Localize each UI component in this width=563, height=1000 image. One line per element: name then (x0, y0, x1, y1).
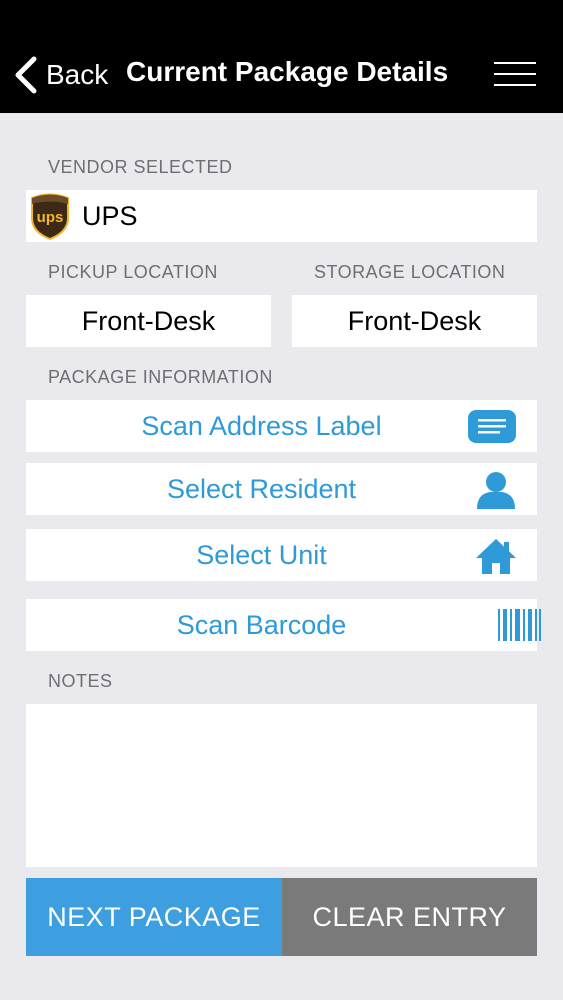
hamburger-menu-icon[interactable] (494, 60, 536, 88)
ups-logo: ups (31, 193, 69, 240)
person-icon (477, 472, 515, 509)
notes-section-label: NOTES (48, 671, 113, 691)
pickup-location-field[interactable]: Front-Desk (26, 295, 271, 347)
notes-field[interactable] (26, 704, 537, 867)
scan-address-label-label: Scan Address Label (141, 411, 382, 441)
chevron-left-icon (15, 56, 37, 94)
select-resident-button[interactable]: Select Resident (26, 463, 537, 515)
scan-barcode-label: Scan Barcode (176, 610, 347, 640)
package-info-section-label: PACKAGE INFORMATION (48, 367, 273, 387)
vendor-selector[interactable]: ups UPS (26, 190, 537, 242)
page-title: Current Package Details (126, 56, 449, 87)
scan-address-label-button[interactable]: Scan Address Label (26, 400, 537, 452)
address-label-icon (468, 410, 516, 443)
vendor-section-label: VENDOR SELECTED (48, 157, 233, 177)
scan-barcode-button[interactable]: Scan Barcode (26, 599, 541, 651)
vendor-name: UPS (82, 200, 138, 231)
back-label: Back (46, 59, 109, 90)
select-resident-label: Select Resident (166, 474, 357, 504)
next-package-button[interactable]: NEXT PACKAGE (26, 878, 282, 956)
home-icon (476, 539, 516, 574)
select-unit-label: Select Unit (196, 540, 327, 570)
select-unit-button[interactable]: Select Unit (26, 529, 537, 581)
storage-location-field[interactable]: Front-Desk (292, 295, 537, 347)
clear-entry-button[interactable]: CLEAR ENTRY (282, 878, 537, 956)
back-button[interactable]: Back (12, 52, 108, 98)
storage-location-label: STORAGE LOCATION (314, 262, 506, 282)
svg-text:ups: ups (37, 209, 64, 226)
navigation-bar: Back Current Package Details (0, 0, 563, 113)
pickup-location-label: PICKUP LOCATION (48, 262, 218, 282)
barcode-icon (498, 609, 541, 641)
